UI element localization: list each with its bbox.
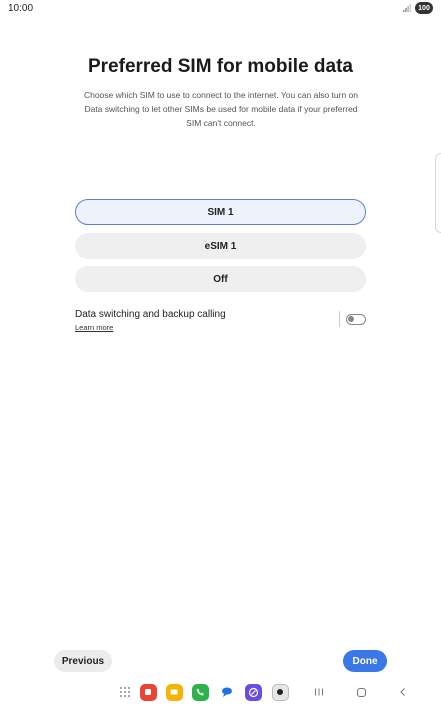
navigation-bar	[0, 680, 441, 706]
phone-app-icon[interactable]	[191, 683, 209, 701]
done-button[interactable]: Done	[343, 650, 387, 672]
learn-more-link[interactable]: Learn more	[75, 323, 113, 332]
app-drawer-icon[interactable]	[116, 683, 134, 701]
data-switching-row[interactable]: Data switching and backup calling Learn …	[75, 309, 366, 335]
toggle-divider	[339, 311, 340, 327]
home-icon[interactable]	[352, 683, 370, 701]
battery-icon: 100	[415, 2, 433, 14]
previous-button[interactable]: Previous	[54, 650, 112, 672]
toggle-knob	[348, 316, 354, 322]
camera-app-icon[interactable]	[271, 683, 289, 701]
signal-icon	[403, 4, 411, 12]
status-bar: 10:00 100	[0, 0, 441, 16]
notes-app-icon[interactable]	[165, 683, 183, 701]
recent-apps-icon[interactable]	[310, 683, 328, 701]
back-icon[interactable]	[394, 683, 412, 701]
data-switching-label: Data switching and backup calling	[75, 309, 226, 320]
option-sim-1[interactable]: SIM 1	[75, 199, 366, 225]
page-description: Choose which SIM to use to connect to th…	[83, 90, 359, 128]
status-time: 10:00	[8, 3, 34, 14]
option-off[interactable]: Off	[75, 266, 366, 292]
edge-panel-handle[interactable]	[435, 153, 441, 233]
messages-app-icon[interactable]	[139, 683, 157, 701]
chat-app-icon[interactable]	[218, 683, 236, 701]
data-switching-toggle[interactable]	[346, 314, 366, 325]
browser-app-icon[interactable]	[244, 683, 262, 701]
page-title: Preferred SIM for mobile data	[87, 56, 353, 77]
status-icons: 100	[403, 2, 433, 14]
option-esim-1[interactable]: eSIM 1	[75, 233, 366, 259]
